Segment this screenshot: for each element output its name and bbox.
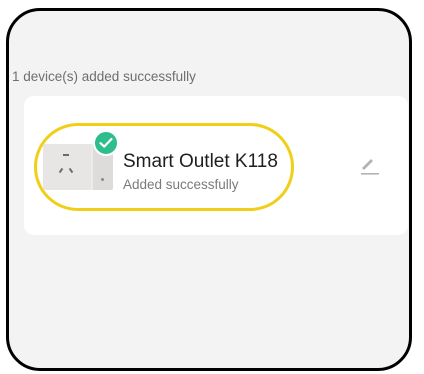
device-row-highlight[interactable]: Smart Outlet K118 Added successfully <box>34 123 294 211</box>
device-status: Added successfully <box>123 177 239 192</box>
check-icon <box>93 130 119 156</box>
device-name: Smart Outlet K118 <box>123 151 278 172</box>
outlet-slot-top <box>63 154 69 156</box>
device-card: Smart Outlet K118 Added successfully <box>24 96 408 235</box>
screen-frame: 1 device(s) added successfully Smart Out… <box>6 8 412 371</box>
added-devices-summary: 1 device(s) added successfully <box>12 69 196 84</box>
pencil-icon[interactable] <box>358 154 382 178</box>
outlet-plate <box>43 144 91 190</box>
outlet-indicator-dot <box>101 178 104 181</box>
